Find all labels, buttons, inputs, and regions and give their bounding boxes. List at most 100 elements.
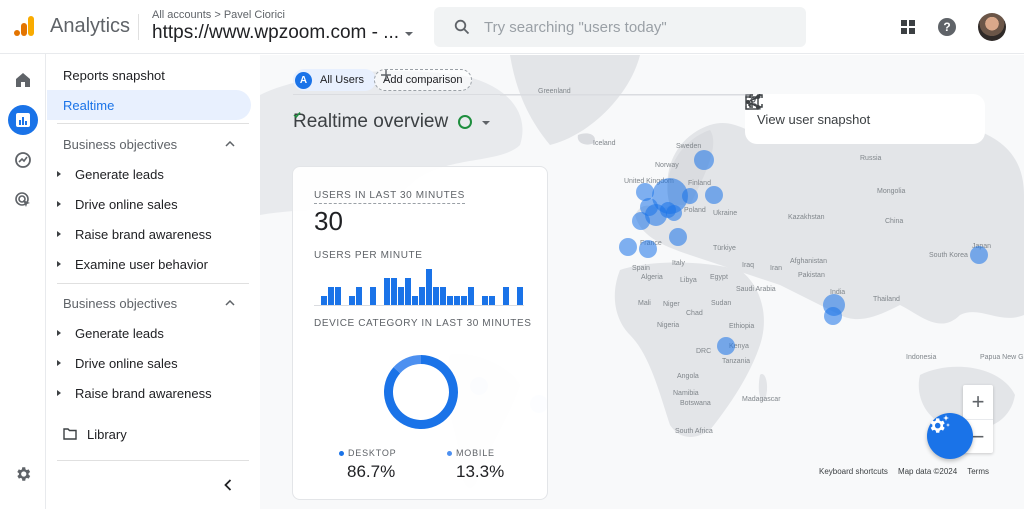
user-bubble <box>669 228 687 246</box>
map-label: Iran <box>770 265 782 272</box>
keyboard-shortcuts-link[interactable]: Keyboard shortcuts <box>819 467 888 476</box>
search-input[interactable] <box>484 18 784 36</box>
map-label: Spain <box>632 265 650 272</box>
nav-realtime[interactable]: Realtime <box>47 90 251 120</box>
bar-minute--14[interactable] <box>426 269 432 305</box>
users-last-30-value: 30 <box>314 206 343 236</box>
nav-label: Generate leads <box>75 325 164 341</box>
expand-arrow-icon <box>57 231 61 237</box>
check-circle-icon[interactable] <box>293 112 473 129</box>
section-title: Business objectives <box>63 295 178 311</box>
bar-minute--16[interactable] <box>412 296 418 305</box>
share-icon[interactable] <box>745 94 761 110</box>
home-icon <box>16 73 30 87</box>
rail-explore[interactable] <box>8 145 38 175</box>
map-label: South Africa <box>675 428 713 435</box>
expand-arrow-icon <box>57 390 61 396</box>
bar-minute--10[interactable] <box>454 296 460 305</box>
map-label: Namibia <box>673 390 699 397</box>
segment-chip-all-users[interactable]: A All Users <box>293 69 377 91</box>
bar-minute--9[interactable] <box>461 296 467 305</box>
map-label: Ukraine <box>713 210 737 217</box>
nav-item-drive-online-sales[interactable]: Drive online sales <box>47 349 247 377</box>
chevron-up-icon <box>225 300 235 306</box>
analytics-logo[interactable] <box>12 14 36 38</box>
bar-minute--6[interactable] <box>482 296 488 305</box>
map-data-label: Map data ©2024 <box>897 467 958 476</box>
nav-section-business-objectives-2[interactable]: Business objectives <box>47 289 247 317</box>
donut-slice-mobile[interactable] <box>393 355 421 374</box>
terms-link[interactable]: Terms <box>967 467 989 476</box>
user-bubble <box>639 240 657 258</box>
breadcrumb[interactable]: All accounts > Pavel Ciorici <box>152 9 285 21</box>
collapse-nav-button[interactable] <box>224 478 232 496</box>
bar-minute--8[interactable] <box>468 287 474 305</box>
expand-arrow-icon <box>57 330 61 336</box>
nav-item-generate-leads[interactable]: Generate leads <box>47 160 247 188</box>
insights-fab[interactable] <box>927 413 973 459</box>
folder-icon <box>63 428 77 440</box>
bar-minute--22[interactable] <box>370 287 376 305</box>
map-label: Algeria <box>641 274 663 281</box>
map-label: Afghanistan <box>790 258 827 265</box>
rail-admin[interactable] <box>8 459 38 489</box>
users-last-30-label[interactable]: USERS IN LAST 30 MINUTES <box>314 190 465 204</box>
map-label: Türkiye <box>713 245 736 252</box>
expand-arrow-icon <box>57 360 61 366</box>
bar-minute--11[interactable] <box>447 296 453 305</box>
map-label: Chad <box>686 310 703 317</box>
bar-minute--19[interactable] <box>391 278 397 305</box>
nav-item-examine-user-behavior[interactable]: Examine user behavior <box>47 250 247 278</box>
nav-reports-snapshot[interactable]: Reports snapshot <box>47 61 251 89</box>
view-user-snapshot-button[interactable]: View user snapshot <box>757 112 870 127</box>
app-name: Analytics <box>50 15 131 37</box>
rail-home[interactable] <box>8 65 38 95</box>
bar-minute--29[interactable] <box>321 296 327 305</box>
add-comparison-label: Add comparison <box>383 74 463 86</box>
search-bar[interactable] <box>434 7 806 47</box>
bar-minute--28[interactable] <box>328 287 334 305</box>
user-bubble <box>705 186 723 204</box>
bar-minute--17[interactable] <box>405 278 411 305</box>
nav-library[interactable]: Library <box>47 420 251 448</box>
bar-minute--3[interactable] <box>503 287 509 305</box>
map-label: Botswana <box>680 400 711 407</box>
left-rail <box>0 54 46 509</box>
chevron-up-icon <box>225 141 235 147</box>
map-label: Norway <box>655 162 679 169</box>
help-icon[interactable]: ? <box>938 18 956 36</box>
map-label: DRC <box>696 348 711 355</box>
bar-minute--27[interactable] <box>335 287 341 305</box>
bar-minute--13[interactable] <box>433 287 439 305</box>
segment-badge: A <box>295 71 312 89</box>
map-label: Angola <box>677 373 699 380</box>
map-label: Madagascar <box>742 396 781 403</box>
add-comparison-button[interactable]: Add comparison <box>374 69 472 91</box>
bar-minute--15[interactable] <box>419 287 425 305</box>
rail-advertising[interactable] <box>8 185 38 215</box>
apps-grid-icon[interactable] <box>900 19 916 35</box>
chevron-down-icon <box>405 32 414 36</box>
nav-item-drive-online-sales[interactable]: Drive online sales <box>47 190 247 218</box>
property-selector[interactable]: https://www.wpzoom.com - ... <box>152 22 414 44</box>
user-bubble <box>632 212 650 230</box>
avatar[interactable] <box>978 13 1006 41</box>
bar-minute--12[interactable] <box>440 287 446 305</box>
nav-item-raise-brand-awareness[interactable]: Raise brand awareness <box>47 220 247 248</box>
property-name: https://www.wpzoom.com - ... <box>152 22 400 43</box>
bar-minute--20[interactable] <box>384 278 390 305</box>
title-dropdown-icon[interactable] <box>482 121 491 125</box>
bar-minute--18[interactable] <box>398 287 404 305</box>
bar-minute--5[interactable] <box>489 296 495 305</box>
bar-minute--25[interactable] <box>349 296 355 305</box>
nav-item-raise-brand-awareness[interactable]: Raise brand awareness <box>47 379 247 407</box>
realtime-map[interactable]: Greenland Iceland Finland Sweden Norway … <box>260 55 1024 509</box>
zoom-in-button[interactable]: + <box>963 385 993 419</box>
nav-panel: Reports snapshot Realtime Business objec… <box>47 54 260 509</box>
nav-section-business-objectives-1[interactable]: Business objectives <box>47 130 247 158</box>
rail-reports[interactable] <box>8 105 38 135</box>
nav-item-generate-leads[interactable]: Generate leads <box>47 319 247 347</box>
bar-minute--1[interactable] <box>517 287 523 305</box>
user-bubble <box>666 205 682 221</box>
bar-minute--24[interactable] <box>356 287 362 305</box>
